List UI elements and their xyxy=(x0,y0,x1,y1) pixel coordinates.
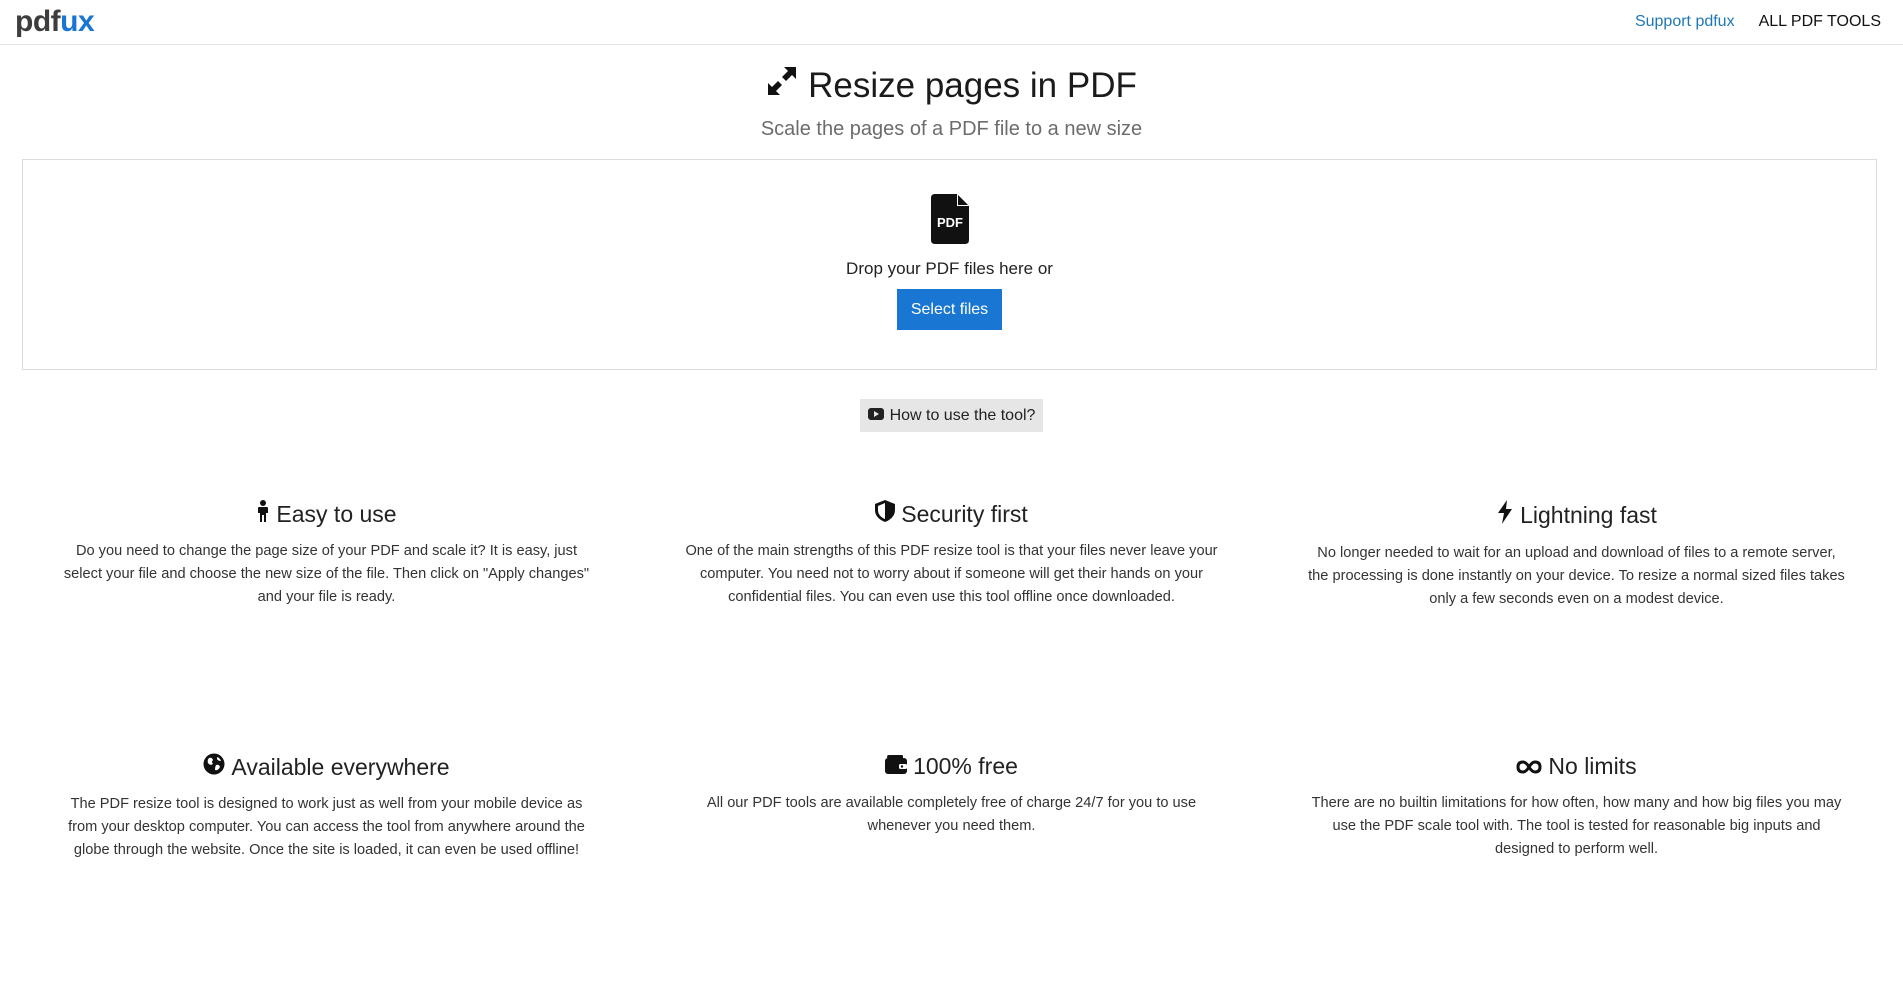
file-dropzone[interactable]: PDF Drop your PDF files here or Select f… xyxy=(22,159,1877,370)
feature-title-text: Security first xyxy=(901,500,1028,527)
feature-security-first: Security first One of the main strengths… xyxy=(683,500,1220,753)
nav-links: Support pdfux ALL PDF TOOLS xyxy=(1635,13,1881,31)
feature-title: 100% free xyxy=(885,753,1018,780)
feature-easy-to-use: Easy to use Do you need to change the pa… xyxy=(58,500,595,753)
all-pdf-tools-link[interactable]: ALL PDF TOOLS xyxy=(1759,13,1881,31)
feature-title-text: Available everywhere xyxy=(231,753,450,780)
pdf-file-icon: PDF xyxy=(930,194,969,249)
feature-title: Lightning fast xyxy=(1496,500,1657,530)
globe-icon xyxy=(203,753,225,781)
how-to-use-label: How to use the tool? xyxy=(889,406,1036,424)
feature-title-text: Lightning fast xyxy=(1520,501,1657,528)
feature-title: Available everywhere xyxy=(203,753,450,781)
wallet-icon xyxy=(885,753,908,780)
expand-arrows-icon xyxy=(766,65,798,106)
feature-text: The PDF resize tool is designed to work … xyxy=(68,796,585,858)
dropzone-text: Drop your PDF files here or xyxy=(846,259,1053,278)
feature-title-text: Easy to use xyxy=(276,500,397,527)
feature-text: One of the main strengths of this PDF re… xyxy=(685,543,1218,605)
person-icon xyxy=(256,500,270,528)
feature-title-text: 100% free xyxy=(913,753,1018,779)
lightning-icon xyxy=(1496,500,1514,530)
feature-text: All our PDF tools are available complete… xyxy=(706,795,1197,834)
brand-logo[interactable]: pdfux xyxy=(15,5,95,39)
hero: Resize pages in PDF Scale the pages of a… xyxy=(0,65,1903,141)
feature-text: No longer needed to wait for an upload a… xyxy=(1308,545,1845,607)
feature-lightning-fast: Lightning fast No longer needed to wait … xyxy=(1308,500,1845,753)
feature-title: Security first xyxy=(875,500,1028,528)
page-subtitle: Scale the pages of a PDF file to a new s… xyxy=(760,118,1143,140)
support-link[interactable]: Support pdfux xyxy=(1635,13,1735,31)
pdf-icon-label: PDF xyxy=(937,215,963,230)
feature-text: Do you need to change the page size of y… xyxy=(63,543,590,605)
how-to-use-button[interactable]: How to use the tool? xyxy=(859,399,1044,432)
feature-title: No limits xyxy=(1516,753,1637,780)
features-grid: Easy to use Do you need to change the pa… xyxy=(0,500,1903,1006)
feature-100-free: 100% free All our PDF tools are availabl… xyxy=(683,753,1220,1006)
feature-no-limits: No limits There are no builtin limitatio… xyxy=(1308,753,1845,1006)
page-title: Resize pages in PDF xyxy=(766,65,1137,106)
feature-title: Easy to use xyxy=(256,500,397,528)
navbar: pdfux Support pdfux ALL PDF TOOLS xyxy=(0,0,1903,45)
page-title-text: Resize pages in PDF xyxy=(808,65,1137,105)
brand-part-ux: ux xyxy=(60,5,95,38)
select-files-button[interactable]: Select files xyxy=(896,289,1003,330)
howto-section: How to use the tool? xyxy=(0,399,1903,432)
feature-available-everywhere: Available everywhere The PDF resize tool… xyxy=(58,753,595,1006)
shield-icon xyxy=(875,500,896,528)
youtube-icon xyxy=(867,407,884,425)
brand-part-pdf: pdf xyxy=(15,5,61,38)
feature-title-text: No limits xyxy=(1548,753,1637,779)
feature-text: There are no builtin limitations for how… xyxy=(1311,795,1842,857)
infinity-icon xyxy=(1516,753,1542,780)
